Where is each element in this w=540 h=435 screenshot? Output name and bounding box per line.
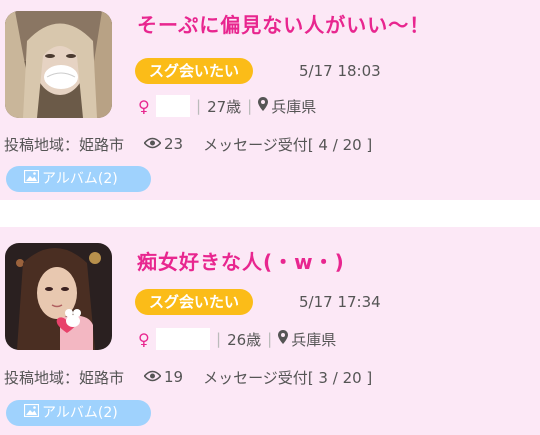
message-count: メッセージ受付[ 4 / 20 ]	[203, 135, 373, 154]
album-label: アルバム(2)	[42, 405, 118, 421]
age: 26歳	[227, 330, 262, 349]
album-label: アルバム(2)	[42, 171, 118, 187]
age: 27歳	[207, 97, 242, 116]
female-icon: ♀	[138, 96, 150, 116]
area-label: 投稿地域：姫路市	[4, 368, 125, 387]
divider: |	[267, 330, 273, 348]
post-card[interactable]: そーぷに偏見ない人がいい〜！ スグ会いたい 5/17 18:03 ♀ | 27歳…	[0, 0, 540, 200]
post-card[interactable]: 痴女好きな人(・w・) スグ会いたい 5/17 17:34 ♀ | 26歳 | …	[0, 227, 540, 435]
view-count: 19	[164, 368, 184, 386]
message-count: メッセージ受付[ 3 / 20 ]	[203, 368, 373, 387]
divider: |	[196, 97, 202, 115]
eye-icon	[143, 135, 162, 153]
status-badge: スグ会いたい	[135, 289, 254, 315]
post-title[interactable]: そーぷに偏見ない人がいい〜！	[137, 9, 430, 38]
pin-icon	[278, 330, 289, 348]
avatar[interactable]	[5, 11, 112, 118]
female-icon: ♀	[138, 329, 150, 349]
post-datetime: 5/17 17:34	[299, 293, 381, 311]
username-masked	[156, 328, 210, 350]
image-icon	[23, 166, 40, 192]
profile-info: ♀ | 27歳 | 兵庫県	[138, 95, 316, 117]
album-button[interactable]: アルバム(2)	[6, 400, 151, 426]
post-datetime: 5/17 18:03	[299, 62, 381, 80]
avatar[interactable]	[5, 243, 112, 350]
album-button[interactable]: アルバム(2)	[6, 166, 151, 192]
username-masked	[156, 95, 190, 117]
image-icon	[23, 400, 40, 426]
location: 兵庫県	[291, 330, 337, 349]
area-label: 投稿地域：姫路市	[4, 135, 125, 154]
divider: |	[247, 97, 253, 115]
eye-icon	[143, 368, 162, 386]
view-count: 23	[164, 135, 184, 153]
divider: |	[216, 330, 222, 348]
pin-icon	[258, 97, 269, 115]
profile-info: ♀ | 26歳 | 兵庫県	[138, 328, 336, 350]
location: 兵庫県	[271, 97, 317, 116]
post-title[interactable]: 痴女好きな人(・w・)	[137, 246, 345, 275]
avatar-photo	[5, 243, 112, 350]
status-badge: スグ会いたい	[135, 58, 254, 84]
avatar-photo	[5, 11, 112, 118]
post-meta: 投稿地域：姫路市 19 メッセージ受付[ 3 / 20 ]	[4, 366, 372, 388]
post-meta: 投稿地域：姫路市 23 メッセージ受付[ 4 / 20 ]	[4, 133, 372, 155]
